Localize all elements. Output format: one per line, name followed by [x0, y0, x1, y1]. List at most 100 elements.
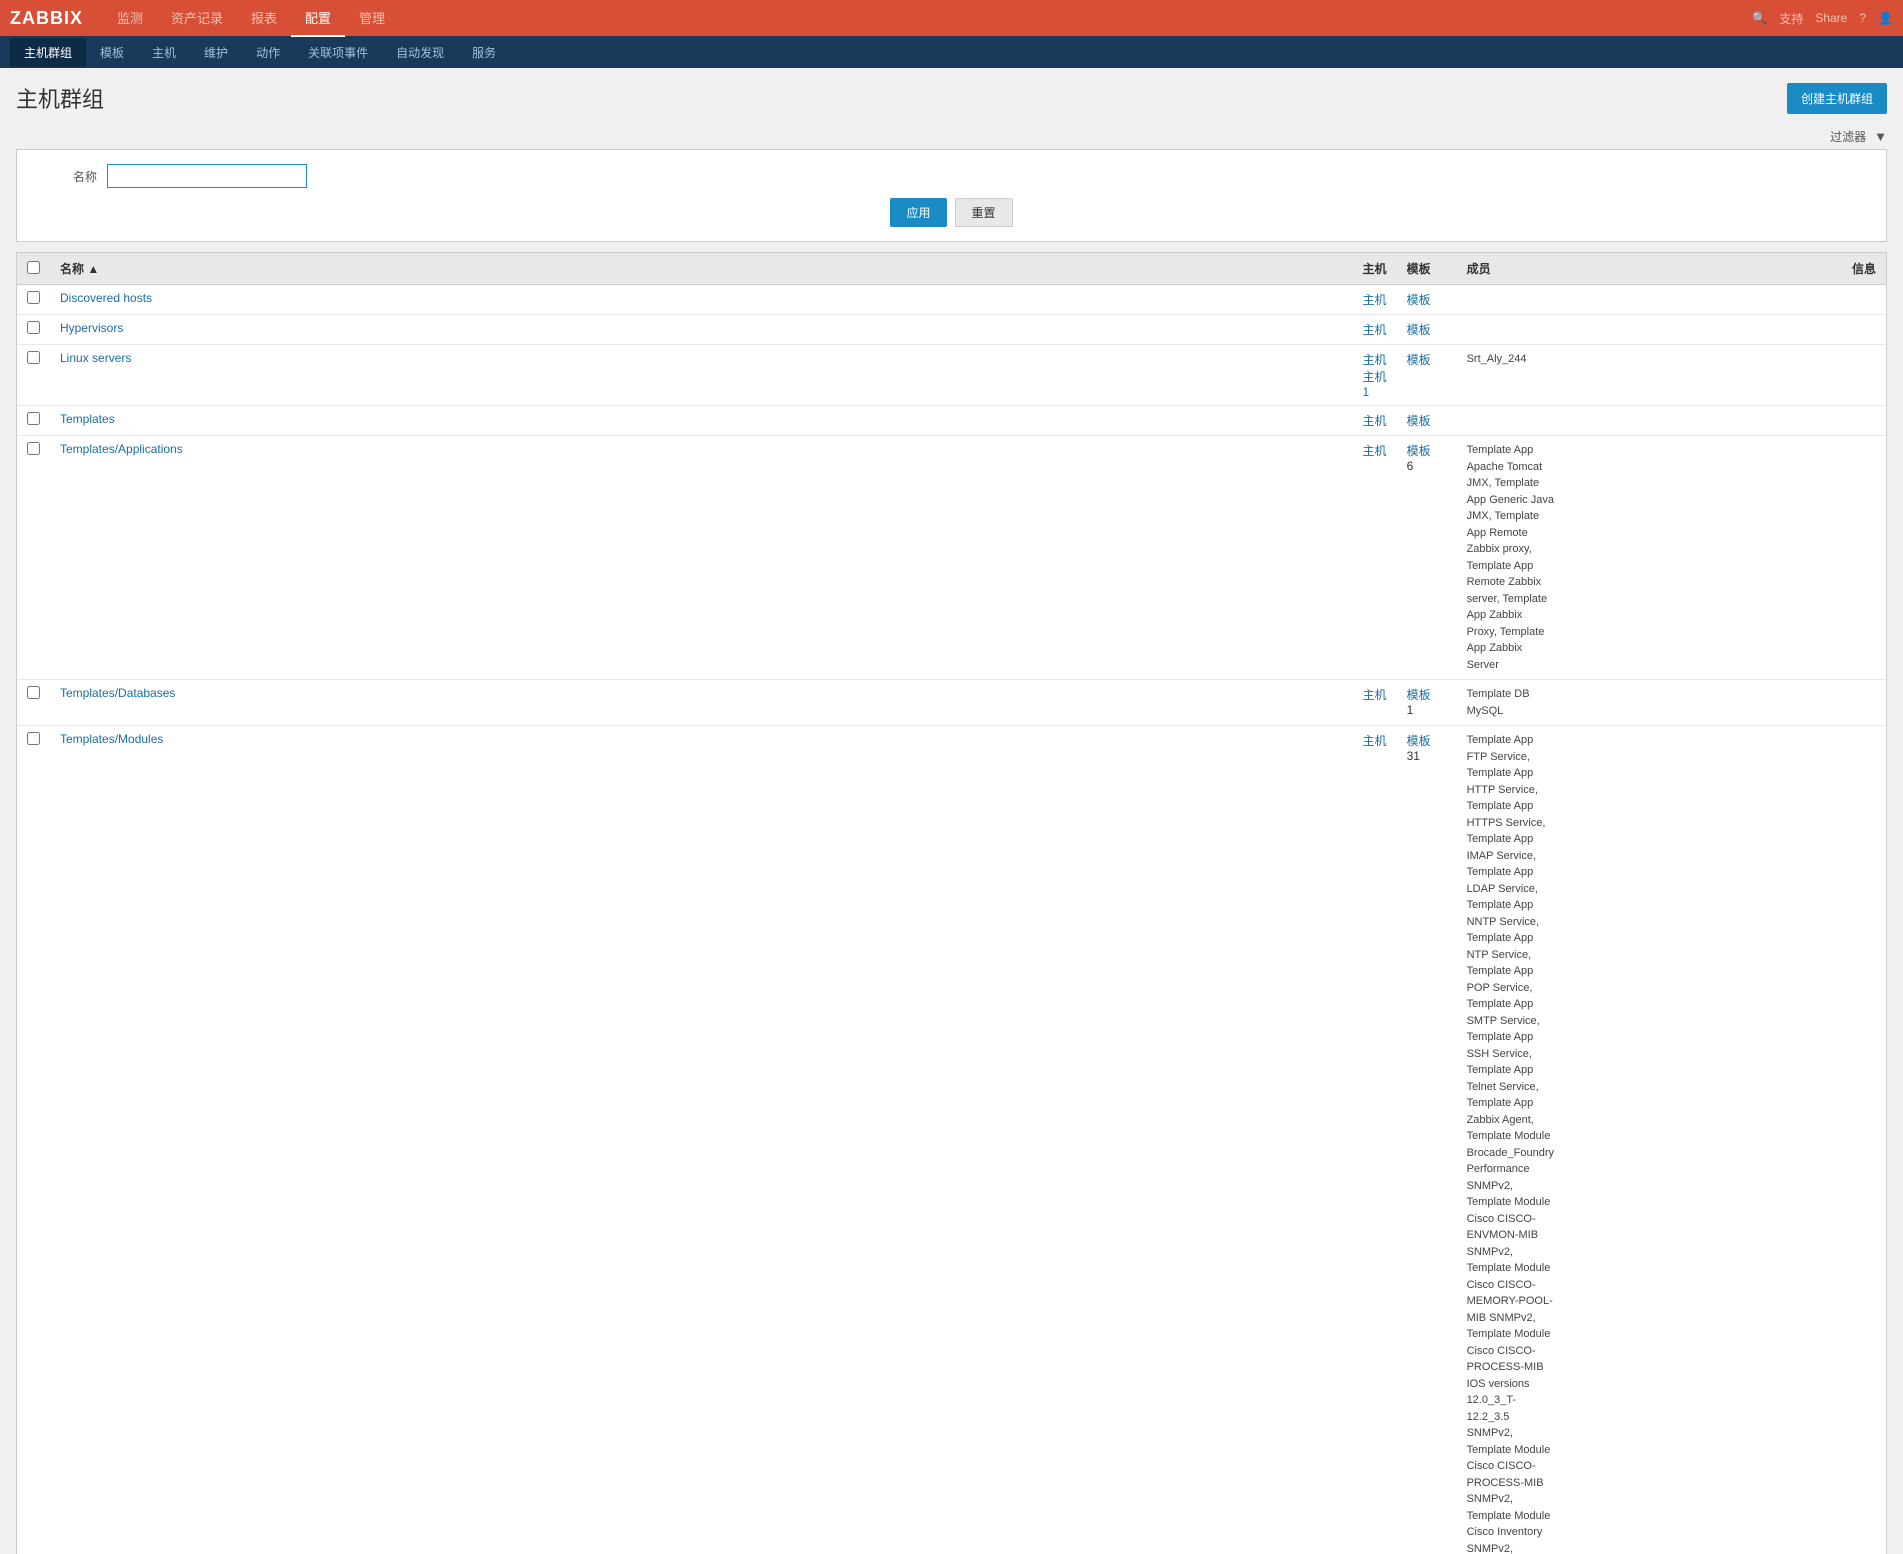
hostgroup-table-container: 名称 ▲ 主机 模板 成员 信息 Discovered hosts主机模板Hyp… [16, 252, 1887, 1554]
row-templates-count: 6 [1407, 459, 1414, 473]
row-name-link[interactable]: Templates/Databases [60, 686, 175, 700]
share-link[interactable]: Share [1815, 11, 1847, 25]
user-icon[interactable]: 👤 [1878, 11, 1893, 25]
subnav-services[interactable]: 服务 [458, 38, 510, 67]
row-hosts-link[interactable]: 主机 [1363, 734, 1387, 748]
row-templates-cell: 模板 [1397, 315, 1457, 345]
create-hostgroup-button[interactable]: 创建主机群组 [1787, 83, 1887, 114]
row-checkbox-cell [17, 680, 50, 726]
row-info-cell [1564, 406, 1886, 436]
row-name-link[interactable]: Templates/Modules [60, 732, 163, 746]
nav-monitor[interactable]: 监测 [103, 0, 157, 37]
subnav-correlations[interactable]: 关联项事件 [294, 38, 382, 67]
row-checkbox[interactable] [27, 291, 40, 304]
row-checkbox[interactable] [27, 351, 40, 364]
row-checkbox[interactable] [27, 321, 40, 334]
table-body: Discovered hosts主机模板Hypervisors主机模板Linux… [17, 285, 1886, 1554]
row-templates-link[interactable]: 模板 [1407, 323, 1431, 337]
table-row: Linux servers 主机主机 1 模板 Srt_Aly_244 [17, 345, 1886, 406]
subnav-templates[interactable]: 模板 [86, 38, 138, 67]
row-hosts-link[interactable]: 主机主机 1 [1363, 353, 1387, 399]
table-header-row: 名称 ▲ 主机 模板 成员 信息 [17, 253, 1886, 285]
table-row: Discovered hosts 主机 模板 [17, 285, 1886, 315]
row-info-cell [1564, 315, 1886, 345]
row-checkbox[interactable] [27, 442, 40, 455]
row-checkbox-cell [17, 406, 50, 436]
row-name-link[interactable]: Hypervisors [60, 321, 123, 335]
row-name-cell: Templates [50, 406, 1353, 436]
row-name-cell: Hypervisors [50, 315, 1353, 345]
top-navigation: ZABBIX 监测 资产记录 报表 配置 管理 🔍 支持 Share ? 👤 [0, 0, 1903, 36]
subnav-maintenance[interactable]: 维护 [190, 38, 242, 67]
row-hosts-link[interactable]: 主机 [1363, 293, 1387, 307]
row-name-link[interactable]: Discovered hosts [60, 291, 152, 305]
row-hosts-link[interactable]: 主机 [1363, 444, 1387, 458]
reset-button[interactable]: 重置 [955, 198, 1013, 227]
row-templates-count: 1 [1407, 703, 1414, 717]
subnav-hosts[interactable]: 主机 [138, 38, 190, 67]
nav-admin[interactable]: 管理 [345, 0, 399, 37]
row-checkbox-cell [17, 345, 50, 406]
apply-button[interactable]: 应用 [890, 198, 946, 227]
header-hosts: 主机 [1353, 253, 1397, 285]
subnav-actions[interactable]: 动作 [242, 38, 294, 67]
row-info-cell [1564, 285, 1886, 315]
row-members-cell [1457, 406, 1564, 436]
top-nav-items: 监测 资产记录 报表 配置 管理 [103, 0, 399, 37]
row-name-link[interactable]: Templates [60, 412, 115, 426]
filter-name-row: 名称 [37, 164, 1866, 188]
header-name[interactable]: 名称 ▲ [50, 253, 1353, 285]
row-templates-link[interactable]: 模板 [1407, 353, 1431, 367]
select-all-checkbox[interactable] [27, 261, 40, 274]
row-templates-cell: 模板 [1397, 345, 1457, 406]
filter-name-input[interactable] [107, 164, 307, 188]
row-checkbox[interactable] [27, 412, 40, 425]
support-link[interactable]: 支持 [1779, 10, 1803, 27]
filter-buttons: 应用 重置 [37, 198, 1866, 227]
row-info-cell [1564, 680, 1886, 726]
nav-report[interactable]: 报表 [237, 0, 291, 37]
subnav-discovery[interactable]: 自动发现 [382, 38, 458, 67]
row-hosts-cell: 主机 [1353, 726, 1397, 1554]
header-info: 信息 [1564, 253, 1886, 285]
row-name-link[interactable]: Templates/Applications [60, 442, 183, 456]
row-info-cell [1564, 345, 1886, 406]
row-templates-link[interactable]: 模板 [1407, 444, 1431, 458]
help-icon[interactable]: ? [1859, 11, 1866, 25]
row-templates-link[interactable]: 模板 [1407, 414, 1431, 428]
row-templates-link[interactable]: 模板 [1407, 293, 1431, 307]
filter-label: 过滤器 [1830, 128, 1866, 145]
row-templates-cell: 模板 [1397, 285, 1457, 315]
row-templates-link[interactable]: 模板 [1407, 688, 1431, 702]
row-hosts-link[interactable]: 主机 [1363, 414, 1387, 428]
row-hosts-link[interactable]: 主机 [1363, 688, 1387, 702]
filter-icon[interactable]: ▼ [1874, 129, 1887, 144]
table-row: Templates/Databases主机模板1Template DB MySQ… [17, 680, 1886, 726]
row-hosts-cell: 主机 [1353, 406, 1397, 436]
row-name-link[interactable]: Linux servers [60, 351, 131, 365]
row-info-cell [1564, 726, 1886, 1554]
nav-assets[interactable]: 资产记录 [157, 0, 237, 37]
app-logo: ZABBIX [10, 8, 83, 29]
row-checkbox-cell [17, 726, 50, 1554]
row-members-cell: Template App FTP Service, Template App H… [1457, 726, 1564, 1554]
row-name-cell: Templates/Databases [50, 680, 1353, 726]
subnav-hostgroup[interactable]: 主机群组 [10, 38, 86, 67]
row-templates-cell: 模板1 [1397, 680, 1457, 726]
filter-name-label: 名称 [37, 168, 97, 185]
row-hosts-cell: 主机 [1353, 285, 1397, 315]
row-info-cell [1564, 436, 1886, 680]
top-nav-right: 🔍 支持 Share ? 👤 [1752, 10, 1893, 27]
search-icon[interactable]: 🔍 [1752, 11, 1767, 25]
row-members-cell: Srt_Aly_244 [1457, 345, 1564, 406]
page-header: 主机群组 创建主机群组 [0, 68, 1903, 124]
nav-config[interactable]: 配置 [291, 0, 345, 37]
row-checkbox[interactable] [27, 732, 40, 745]
row-name-cell: Templates/Modules [50, 726, 1353, 1554]
hostgroup-table: 名称 ▲ 主机 模板 成员 信息 Discovered hosts主机模板Hyp… [17, 253, 1886, 1554]
row-templates-link[interactable]: 模板 [1407, 734, 1431, 748]
row-hosts-link[interactable]: 主机 [1363, 323, 1387, 337]
row-hosts-cell: 主机 [1353, 315, 1397, 345]
row-checkbox[interactable] [27, 686, 40, 699]
row-hosts-cell: 主机 [1353, 680, 1397, 726]
